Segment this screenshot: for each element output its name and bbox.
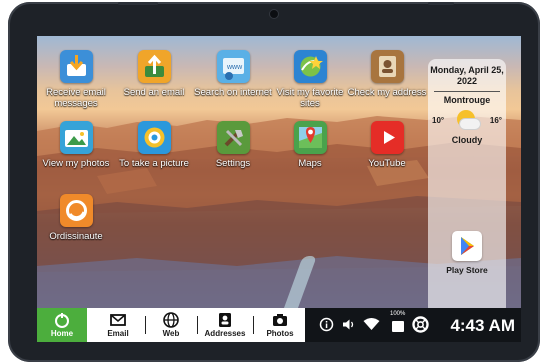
clock-time: 4:43 AM — [450, 316, 515, 335]
nav-label: Addresses — [204, 329, 246, 338]
weather-condition: Cloudy — [451, 135, 483, 145]
app-label: YouTube — [368, 158, 406, 169]
nav-email[interactable]: Email — [92, 308, 144, 342]
map-pin-icon — [293, 121, 327, 154]
volume-icon[interactable] — [341, 317, 356, 337]
app-send-email[interactable]: Send an email — [112, 50, 196, 98]
app-check-address[interactable]: Check my address — [345, 50, 429, 98]
app-label: Maps — [298, 158, 322, 169]
nav-label: Home — [50, 329, 74, 338]
info-icon[interactable] — [319, 317, 334, 337]
camera-icon — [255, 311, 305, 329]
app-label: Play Store — [446, 265, 488, 275]
nav-label: Email — [107, 329, 129, 338]
app-photos[interactable]: View my photos — [37, 121, 118, 169]
app-label: Send an email — [123, 87, 185, 98]
app-label: Ordissinaute — [49, 231, 103, 242]
svg-text:www: www — [226, 64, 243, 71]
camera-icon — [137, 121, 171, 154]
address-book-icon — [370, 50, 404, 83]
tools-icon — [216, 121, 250, 154]
globe-icon — [147, 311, 195, 329]
nav-photos[interactable]: Photos — [255, 308, 305, 342]
temp-max: 16° — [489, 116, 502, 125]
app-receive-email[interactable]: Receive email messages — [37, 50, 118, 109]
globe-www-icon: www — [216, 50, 250, 83]
outbox-upload-icon — [137, 50, 171, 83]
date-text: Monday, April 25, 2022 — [430, 65, 504, 86]
app-label: To take a picture — [119, 158, 189, 169]
divider — [145, 316, 146, 334]
app-play-store[interactable]: Play Store — [428, 231, 506, 275]
weather-city: Montrouge — [443, 95, 491, 105]
battery-percent: 100% — [390, 311, 406, 317]
nav-label: Web — [162, 329, 180, 338]
cloud-shape — [460, 119, 480, 129]
taskbar-nav: Home Email Web Addresses Photos — [37, 308, 305, 342]
app-ordissinaute[interactable]: Ordissinaute — [37, 194, 118, 242]
contacts-icon — [199, 311, 251, 329]
weather-widget[interactable]: 10° 16° — [428, 107, 506, 135]
photos-icon — [59, 121, 93, 154]
divider — [434, 91, 500, 92]
widget-panel: Monday, April 25, 2022 Montrouge 10° 16°… — [428, 59, 506, 315]
nav-web[interactable]: Web — [147, 308, 195, 342]
app-search-internet[interactable]: www Search on internet — [191, 50, 275, 98]
hardware-button — [428, 2, 454, 5]
app-label: Settings — [215, 158, 251, 169]
play-store-icon — [452, 231, 482, 261]
app-favorite-sites[interactable]: Visit my favorite sites — [268, 50, 352, 109]
home-screen: Receive email messages Send an email www… — [37, 36, 521, 342]
battery-icon — [391, 320, 405, 338]
nav-addresses[interactable]: Addresses — [199, 308, 251, 342]
app-label: Check my address — [347, 87, 427, 98]
envelope-icon — [92, 311, 144, 329]
help-lifebuoy-icon[interactable] — [412, 316, 429, 338]
app-label: Receive email messages — [46, 87, 106, 109]
app-maps[interactable]: Maps — [268, 121, 352, 169]
app-label: View my photos — [42, 158, 110, 169]
ordissinaute-logo-icon — [59, 194, 93, 227]
temp-min: 10° — [432, 116, 445, 125]
home-icon — [37, 311, 87, 329]
divider — [197, 316, 198, 334]
globe-star-icon — [293, 50, 327, 83]
nav-home[interactable]: Home — [37, 308, 87, 342]
status-area: 100% 4:43 AM — [305, 308, 521, 342]
taskbar: Home Email Web Addresses Photos 100% 4:4… — [37, 308, 521, 342]
inbox-download-icon — [59, 50, 93, 83]
hardware-button — [118, 2, 158, 5]
app-label: Visit my favorite sites — [276, 87, 344, 109]
nav-label: Photos — [266, 329, 294, 338]
youtube-play-icon — [370, 121, 404, 154]
wifi-icon[interactable] — [363, 317, 380, 337]
app-youtube[interactable]: YouTube — [345, 121, 429, 169]
front-camera — [270, 10, 278, 18]
app-take-picture[interactable]: To take a picture — [112, 121, 196, 169]
app-settings[interactable]: Settings — [191, 121, 275, 169]
divider — [253, 316, 254, 334]
app-label: Search on internet — [194, 87, 272, 98]
